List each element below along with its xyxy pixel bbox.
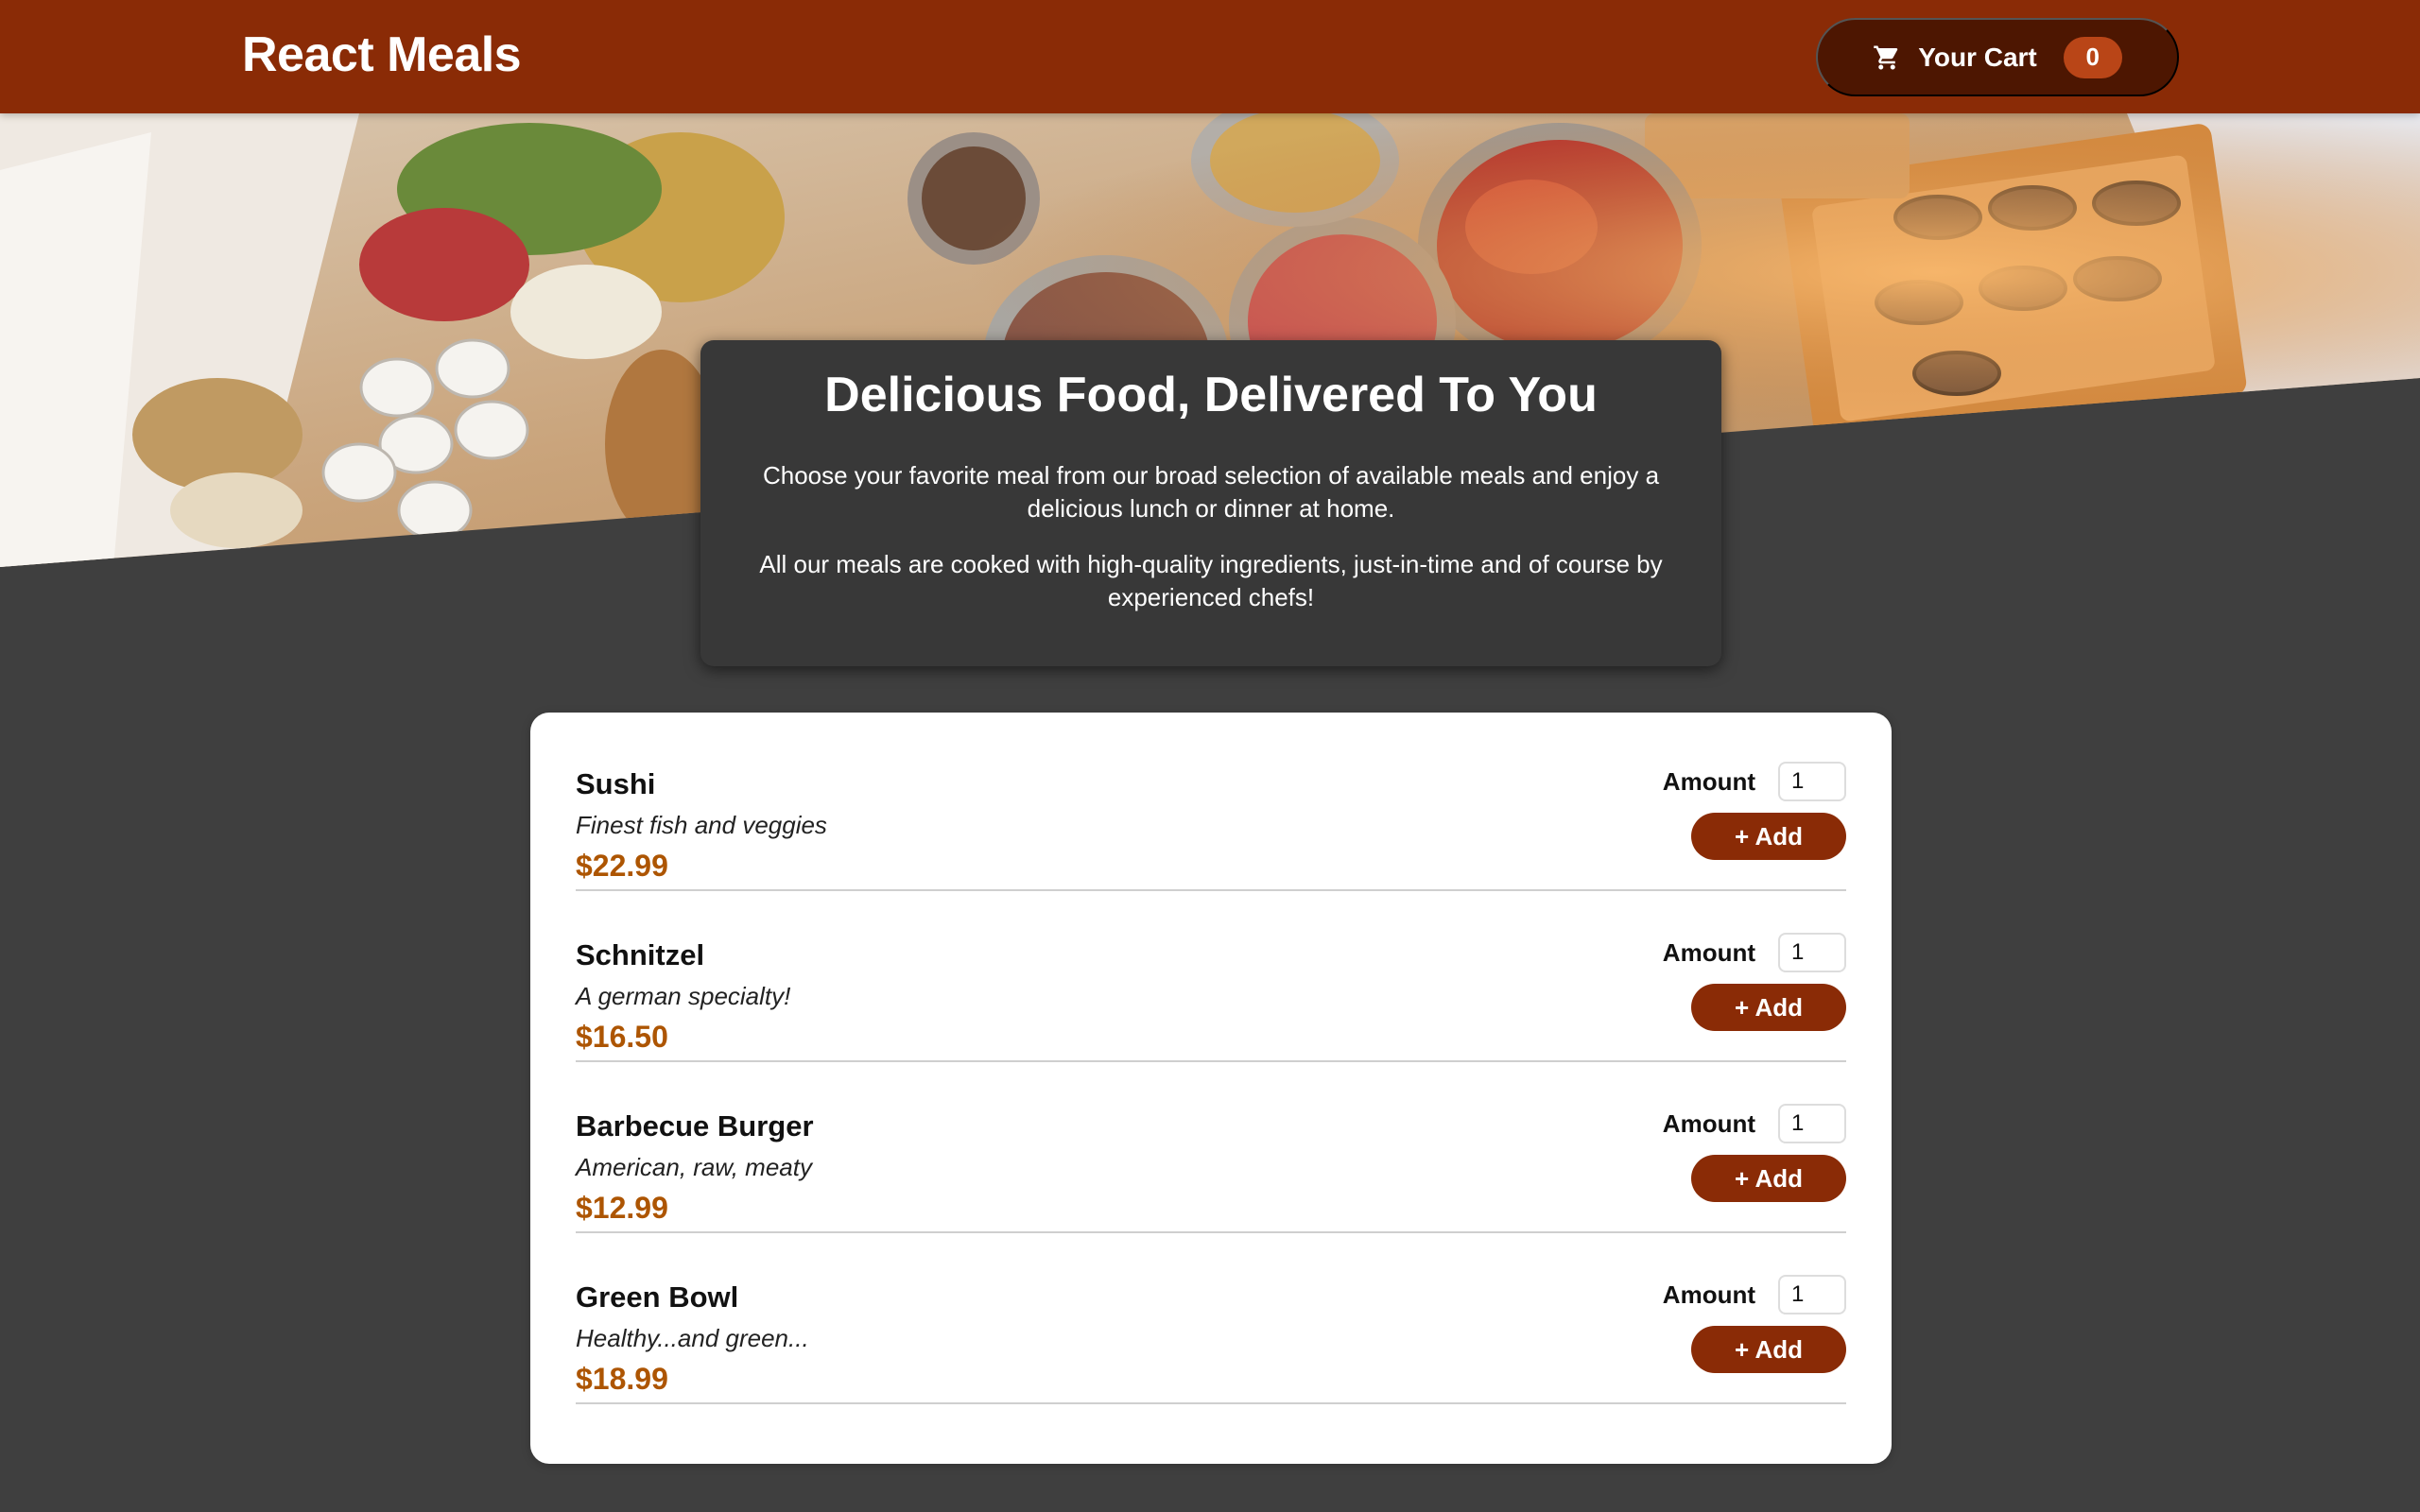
cart-button[interactable]: Your Cart 0: [1816, 18, 2179, 96]
meal-name: Green Bowl: [576, 1280, 739, 1314]
meal-description: Finest fish and veggies: [576, 811, 827, 839]
summary-paragraph-1: Choose your favorite meal from our broad…: [762, 461, 1660, 523]
add-to-cart-button[interactable]: + Add: [1691, 1155, 1846, 1202]
app-header: React Meals Your Cart 0: [0, 0, 2420, 113]
summary-title: Delicious Food, Delivered To You: [824, 368, 1598, 422]
meal-description: American, raw, meaty: [576, 1153, 812, 1181]
cart-count-badge: 0: [2063, 36, 2122, 78]
meal-item: Schnitzel A german specialty! $16.50 Amo…: [576, 891, 1846, 1062]
meal-description: Healthy...and green...: [576, 1324, 809, 1352]
cart-icon: [1874, 45, 1898, 69]
meal-name: Sushi: [576, 767, 656, 800]
meal-name: Barbecue Burger: [576, 1109, 814, 1143]
amount-row: Amount: [1663, 933, 1846, 972]
summary-paragraph-2: All our meals are cooked with high-quali…: [759, 550, 1663, 611]
cart-label: Your Cart: [1918, 42, 2037, 72]
meal-item: Green Bowl Healthy...and green... $18.99…: [576, 1233, 1846, 1404]
meals-summary-card: Delicious Food, Delivered To You Choose …: [700, 340, 1721, 666]
meal-price: $22.99: [576, 849, 668, 883]
available-meals-card: Sushi Finest fish and veggies $22.99 Amo…: [530, 713, 1892, 1464]
amount-label: Amount: [1662, 1280, 1755, 1309]
brand-title: React Meals: [242, 27, 522, 82]
amount-label: Amount: [1662, 1108, 1755, 1138]
amount-input[interactable]: [1778, 1275, 1846, 1314]
add-to-cart-button[interactable]: + Add: [1691, 1326, 1846, 1373]
amount-row: Amount: [1663, 1275, 1846, 1314]
meal-price: $16.50: [576, 1020, 668, 1054]
meal-price: $12.99: [576, 1191, 668, 1225]
amount-row: Amount: [1663, 1104, 1846, 1143]
meal-price: $18.99: [576, 1362, 668, 1396]
amount-label: Amount: [1662, 766, 1755, 796]
add-to-cart-button[interactable]: + Add: [1691, 984, 1846, 1031]
add-to-cart-button[interactable]: + Add: [1691, 813, 1846, 860]
amount-label: Amount: [1662, 937, 1755, 967]
amount-row: Amount: [1663, 762, 1846, 801]
amount-input[interactable]: [1778, 762, 1846, 801]
meal-name: Schnitzel: [576, 938, 705, 971]
meal-item: Sushi Finest fish and veggies $22.99 Amo…: [576, 739, 1846, 891]
amount-input[interactable]: [1778, 933, 1846, 972]
meal-description: A german specialty!: [576, 982, 791, 1010]
meal-item: Barbecue Burger American, raw, meaty $12…: [576, 1062, 1846, 1233]
amount-input[interactable]: [1778, 1104, 1846, 1143]
